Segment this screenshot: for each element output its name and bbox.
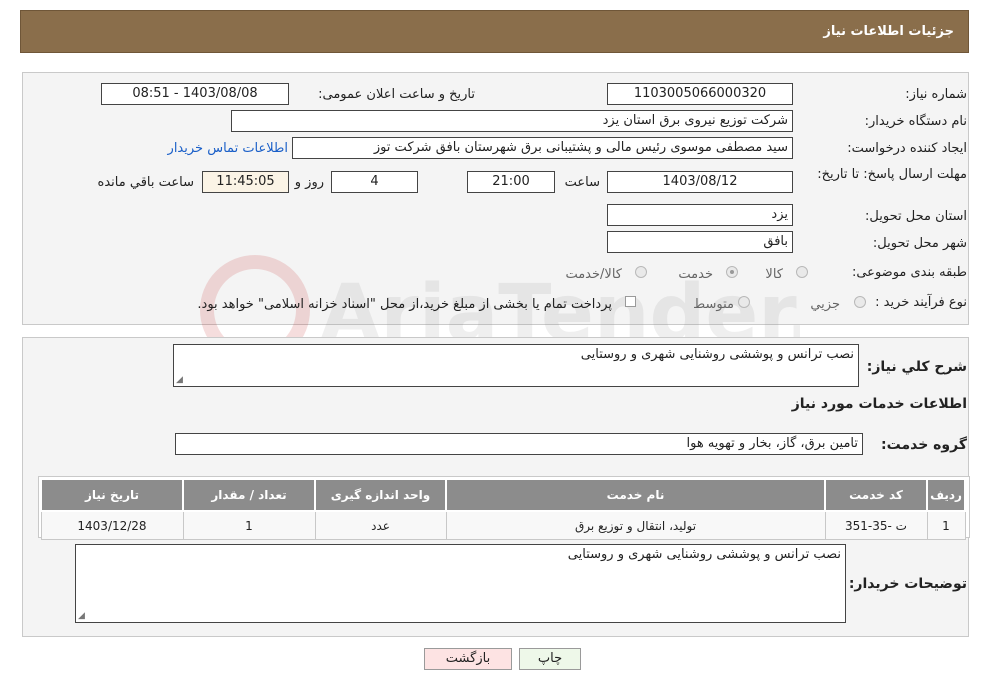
purchase-option-medium: متوسط: [693, 297, 734, 312]
resize-grip-icon[interactable]: ◢: [176, 375, 183, 385]
purchase-type-label: نوع فرآیند خرید :: [875, 295, 967, 310]
buyer-label: نام دستگاه خریدار:: [864, 114, 967, 129]
page-title: جزئیات اطلاعات نیاز: [823, 24, 954, 39]
cell-row-number: 1: [926, 510, 966, 540]
announce-datetime-field: 1403/08/08 - 08:51: [101, 83, 289, 105]
buyer-notes-label: توضیحات خریدار:: [848, 576, 967, 592]
deadline-label: مهلت ارسال پاسخ: تا تاریخ:: [817, 167, 967, 182]
purchase-radio-medium[interactable]: [738, 296, 750, 308]
services-section-title: اطلاعات خدمات مورد نیاز: [791, 396, 967, 412]
summary-label: شرح کلي نیاز:: [866, 359, 967, 375]
buyer-notes-text: نصب ترانس و پوششی روشنایی شهری و روستایی: [567, 547, 841, 562]
category-label: طبقه بندی موضوعی:: [851, 265, 967, 280]
category-radio-service[interactable]: [726, 266, 738, 278]
remaining-label: ساعت باقي مانده: [97, 175, 194, 190]
buyer-notes-textarea[interactable]: نصب ترانس و پوششی روشنایی شهری و روستایی…: [75, 544, 846, 623]
cell-need-date: 1403/12/28: [40, 510, 184, 540]
need-number-field: 1103005066000320: [607, 83, 793, 105]
summary-text: نصب ترانس و پوششی روشنایی شهری و روستایی: [580, 347, 854, 362]
creator-label: ایجاد کننده درخواست:: [847, 141, 967, 156]
table-row: 1 ت -35-351 تولید، انتقال و توزیع برق عد…: [40, 510, 966, 540]
col-service-code: کد خدمت: [824, 478, 928, 512]
cell-unit: عدد: [314, 510, 447, 540]
col-unit: واحد اندازه گیری: [314, 478, 447, 512]
services-table: ردیف کد خدمت نام خدمت واحد اندازه گیری ت…: [40, 478, 966, 540]
deadline-time-field: 21:00: [467, 171, 555, 193]
need-number-label: شماره نیاز:: [905, 87, 967, 102]
announce-label: تاریخ و ساعت اعلان عمومی:: [318, 87, 475, 102]
days-remaining-field: 4: [331, 171, 418, 193]
creator-field: سید مصطفی موسوی رئیس مالی و پشتیبانی برق…: [292, 137, 793, 159]
col-quantity: تعداد / مقدار: [182, 478, 316, 512]
cell-service-code: ت -35-351: [824, 510, 928, 540]
deadline-date-field: 1403/08/12: [607, 171, 793, 193]
cell-service-name: تولید، انتقال و توزیع برق: [445, 510, 826, 540]
category-radio-goods-service[interactable]: [635, 266, 647, 278]
col-row-number: ردیف: [926, 478, 966, 512]
summary-textarea[interactable]: نصب ترانس و پوششی روشنایی شهری و روستایی…: [173, 344, 859, 387]
category-option-goods-service: کالا/خدمت: [565, 267, 622, 282]
purchase-option-minor: جزیي: [810, 297, 840, 312]
table-header-row: ردیف کد خدمت نام خدمت واحد اندازه گیری ت…: [40, 478, 966, 512]
resize-grip-icon[interactable]: ◢: [78, 611, 85, 621]
back-button[interactable]: بازگشت: [424, 648, 512, 670]
deadline-time-label: ساعت: [564, 175, 600, 190]
category-radio-goods[interactable]: [796, 266, 808, 278]
col-service-name: نام خدمت: [445, 478, 826, 512]
province-field: یزد: [607, 204, 793, 226]
city-label: شهر محل تحویل:: [872, 236, 967, 251]
treasury-note: پرداخت تمام یا بخشی از مبلغ خرید،از محل …: [197, 297, 612, 312]
cell-quantity: 1: [182, 510, 316, 540]
col-need-date: تاریخ نیاز: [40, 478, 184, 512]
buyer-contact-link[interactable]: اطلاعات تماس خریدار: [168, 141, 288, 156]
service-group-field: تامین برق، گاز، بخار و تهویه هوا: [175, 433, 863, 455]
treasury-checkbox[interactable]: [625, 296, 636, 307]
purchase-radio-minor[interactable]: [854, 296, 866, 308]
buyer-field: شرکت توزیع نیروی برق استان یزد: [231, 110, 793, 132]
province-label: استان محل تحویل:: [865, 209, 967, 224]
service-group-label: گروه خدمت:: [881, 437, 967, 453]
page-header: جزئیات اطلاعات نیاز: [20, 10, 969, 53]
remaining-time-field: 11:45:05: [202, 171, 289, 193]
city-field: بافق: [607, 231, 793, 253]
category-option-goods: کالا: [765, 267, 783, 282]
days-label: روز و: [294, 175, 324, 190]
category-option-service: خدمت: [678, 267, 713, 282]
print-button[interactable]: چاپ: [519, 648, 581, 670]
